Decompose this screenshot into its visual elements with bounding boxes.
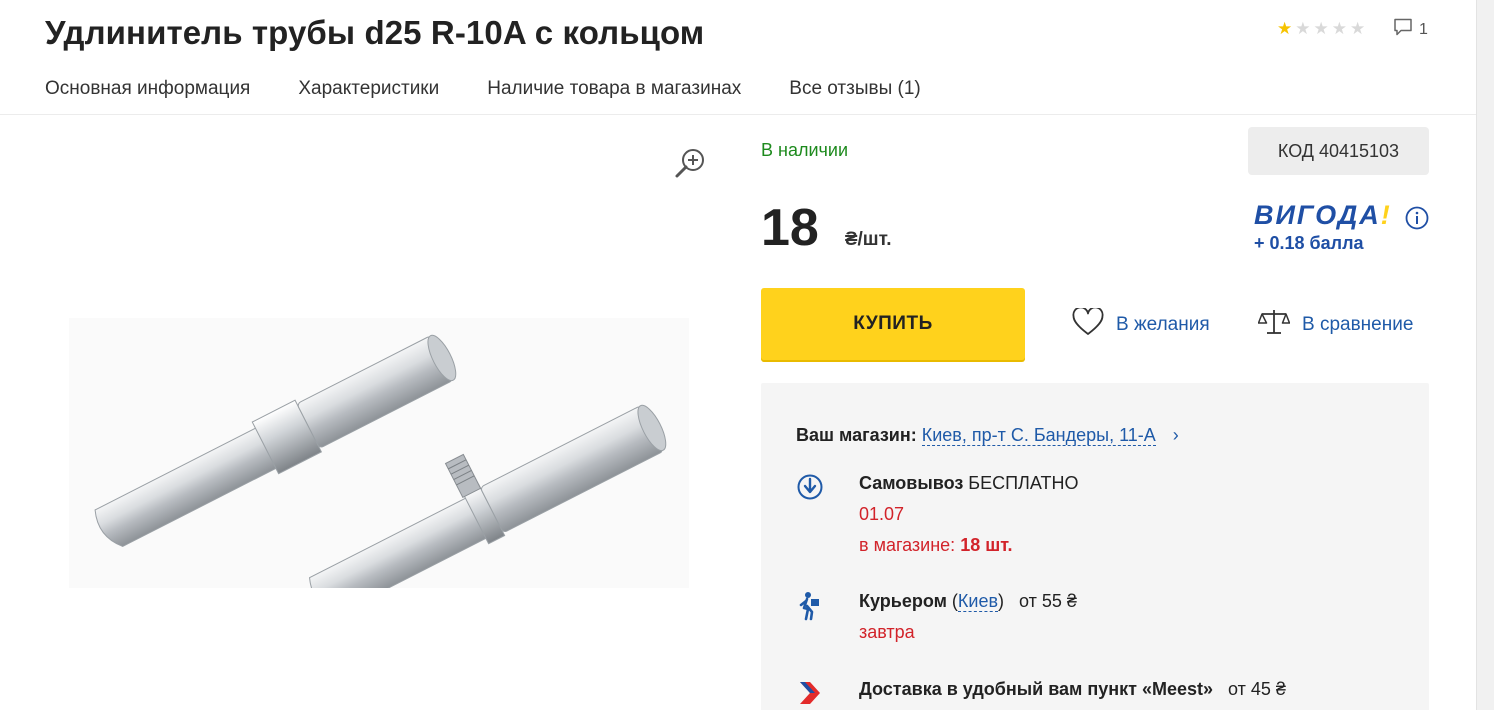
tab-main-info[interactable]: Основная информация [45,78,250,100]
heart-icon [1072,306,1104,342]
product-tabs: Основная информация Характеристики Налич… [45,78,969,100]
star-icon[interactable]: ★ [1314,20,1329,37]
product-code: КОД 40415103 [1248,127,1429,175]
rating-stars[interactable]: ★ ★ ★ ★ ★ [1277,20,1365,37]
pickup-title-line: Самовывоз БЕСПЛАТНО [859,473,1079,493]
reviews-count: 1 [1419,20,1428,38]
wishlist-label: В желания [1116,314,1210,335]
price-unit: ₴/шт. [844,229,892,250]
reviews-count-link[interactable]: 1 [1393,18,1428,41]
chevron-right-icon[interactable]: › [1173,425,1179,445]
product-image[interactable] [69,318,689,615]
meest-icon [796,679,824,710]
product-title: Удлинитель трубы d25 R-10A с кольцом [45,14,705,51]
loyalty-block: ВИГОДА! + 0.18 балла [1254,200,1392,254]
tab-specs[interactable]: Характеристики [298,78,439,100]
price-value: 18 [761,199,819,257]
store-selector: Ваш магазин: Киев, пр-т С. Бандеры, 11-А… [796,425,1179,446]
compare-label: В сравнение [1302,314,1414,335]
product-gallery [45,128,725,688]
star-icon[interactable]: ★ [1332,20,1347,37]
meest-title-line: Доставка в удобный вам пункт «Meest» от … [859,679,1286,699]
star-icon[interactable]: ★ [1350,20,1365,37]
courier-city-link[interactable]: Киев [957,591,999,612]
add-to-wishlist-button[interactable]: В желания [1072,306,1210,342]
scales-icon [1257,308,1291,342]
loyalty-bonus: + 0.18 балла [1254,233,1364,253]
star-icon[interactable]: ★ [1277,20,1292,37]
star-icon[interactable]: ★ [1295,20,1310,37]
vygoda-logo: ВИГОДА! [1254,200,1392,230]
store-label: Ваш магазин: [796,425,917,445]
pickup-date: 01.07 [859,504,905,524]
courier-title-line: Курьером (Киев) от 55 ₴ [859,591,1077,612]
tab-all-reviews[interactable]: Все отзывы (1) [789,78,921,100]
courier-icon [796,591,824,626]
comment-icon [1393,18,1413,41]
store-name-link[interactable]: Киев, пр-т С. Бандеры, 11-А [921,425,1156,446]
delivery-panel: Ваш магазин: Киев, пр-т С. Бандеры, 11-А… [761,383,1429,710]
zoom-in-icon[interactable] [674,146,708,185]
tab-store-availability[interactable]: Наличие товара в магазинах [487,78,741,100]
scrollbar[interactable] [1476,0,1494,710]
pickup-stock-line: в магазине: 18 шт. [859,535,1013,555]
buy-button[interactable]: КУПИТЬ [761,288,1025,360]
info-icon[interactable] [1405,206,1429,235]
price-block: 18 ₴/шт. [761,198,892,258]
stock-status: В наличии [761,140,849,160]
pickup-icon [796,473,824,506]
add-to-compare-button[interactable]: В сравнение [1257,308,1414,342]
product-header: Удлинитель трубы d25 R-10A с кольцом ★ ★ ★… [0,0,1476,115]
courier-when: завтра [859,622,915,642]
